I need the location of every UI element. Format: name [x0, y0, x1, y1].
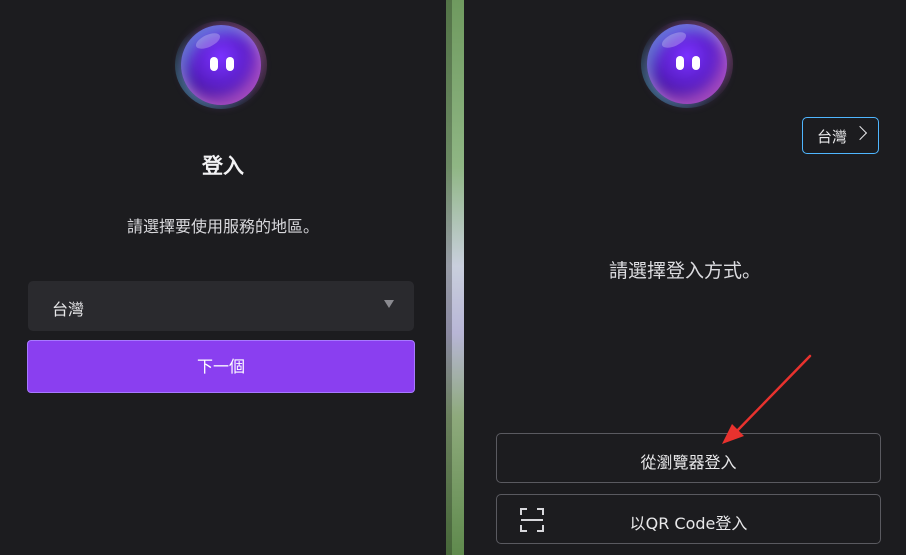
qr-login-button[interactable]: 以QR Code登入: [496, 494, 881, 544]
background-image-strip: [446, 0, 464, 555]
region-select-panel: 登入 請選擇要使用服務的地區。 台灣 下一個: [0, 0, 446, 555]
region-prompt-text: 請選擇要使用服務的地區。: [126, 217, 319, 236]
qr-login-label: 以QR Code登入: [629, 514, 748, 533]
browser-login-button[interactable]: 從瀏覽器登入: [496, 433, 881, 483]
region-badge-label: 台灣: [817, 128, 848, 146]
page-title: 登入: [202, 154, 244, 178]
region-badge-button[interactable]: 台灣: [802, 117, 879, 154]
region-select-value: 台灣: [52, 300, 85, 319]
app-logo: [641, 20, 733, 108]
region-select[interactable]: 台灣: [28, 281, 414, 331]
chevron-right-icon: [852, 125, 868, 141]
caret-down-icon: [384, 300, 394, 308]
browser-login-label: 從瀏覽器登入: [640, 453, 737, 472]
login-method-prompt: 請選擇登入方式。: [608, 260, 761, 282]
login-method-panel: 台灣 請選擇登入方式。 從瀏覽器登入 以QR Code登入: [464, 0, 906, 555]
app-logo: [175, 21, 267, 109]
next-button[interactable]: 下一個: [27, 340, 415, 393]
